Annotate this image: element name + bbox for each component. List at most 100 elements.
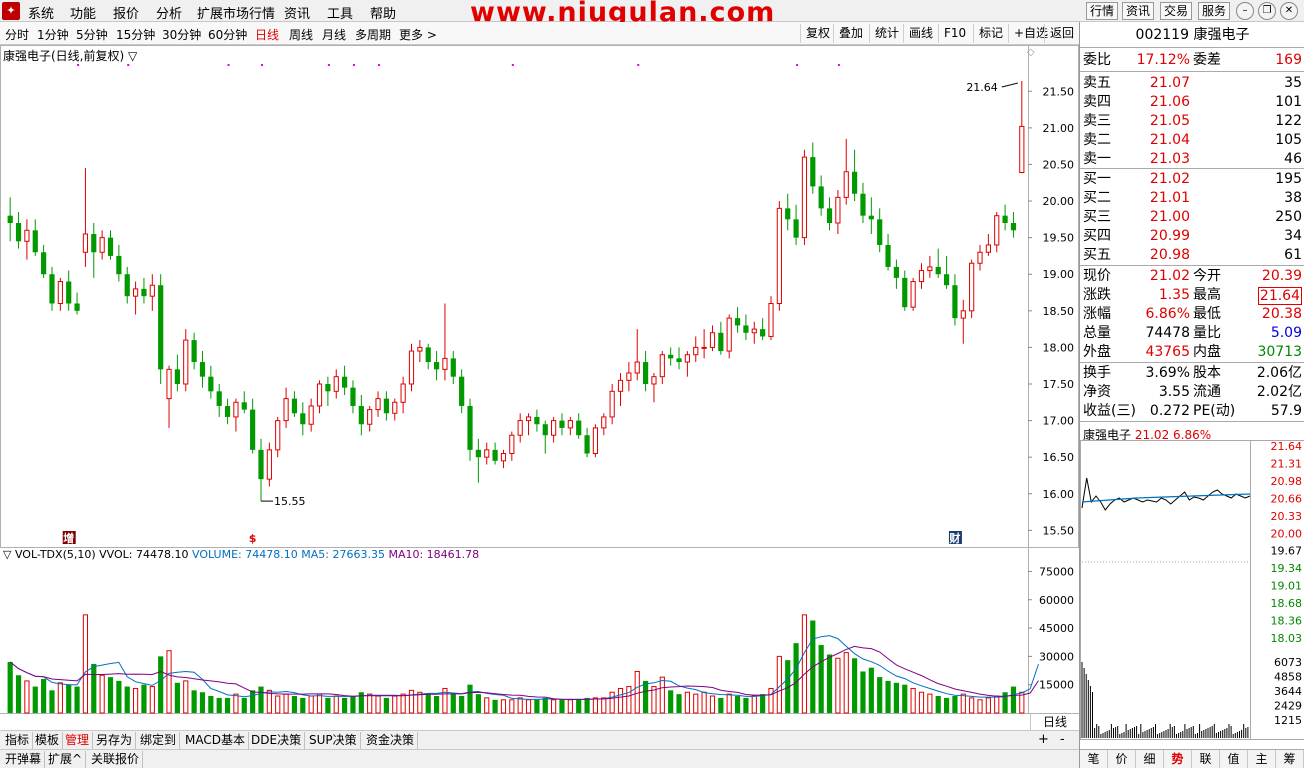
bid-row[interactable]: 买三 21.00 250 xyxy=(1080,208,1304,227)
period-daily[interactable]: 日线 xyxy=(255,26,279,43)
candle-39 xyxy=(333,369,339,399)
menu-tools[interactable]: 工具 xyxy=(327,3,353,22)
candle-23 xyxy=(199,351,206,388)
top-button-trade[interactable]: 交易 xyxy=(1160,2,1192,20)
minimize-icon[interactable]: – xyxy=(1236,2,1254,20)
event-dot-8 xyxy=(637,64,640,66)
tool-stats[interactable]: 统计 xyxy=(869,24,904,43)
bid-row[interactable]: 买二 21.01 38 xyxy=(1080,189,1304,208)
mini-tab-5[interactable]: 值 xyxy=(1220,750,1248,768)
tool-draw[interactable]: 画线 xyxy=(903,24,938,43)
ask-row[interactable]: 卖一 21.03 46 xyxy=(1080,150,1304,169)
tab-fund[interactable]: 资金决策 xyxy=(363,732,419,749)
ask-row[interactable]: 卖三 21.05 122 xyxy=(1080,112,1304,131)
app-logo-icon[interactable]: ✦ xyxy=(2,2,20,20)
candle-84 xyxy=(709,325,716,352)
top-button-quotes[interactable]: 行情 xyxy=(1086,2,1118,20)
stat-value: 20.39 xyxy=(1261,268,1302,284)
top-button-service[interactable]: 服务 xyxy=(1198,2,1230,20)
ask-volume: 105 xyxy=(1275,132,1302,148)
candle-120 xyxy=(1010,212,1017,238)
candle-41 xyxy=(350,380,356,414)
volume-bar-25 xyxy=(216,697,222,713)
menu-analysis[interactable]: 分析 xyxy=(156,3,182,22)
mini-tab-7[interactable]: 筹 xyxy=(1276,750,1304,768)
tool-adjust[interactable]: 复权 xyxy=(800,24,835,43)
volume-bar-101 xyxy=(852,658,858,713)
volume-bar-24 xyxy=(208,696,214,713)
volume-bar-37 xyxy=(316,693,323,714)
intraday-mini-chart[interactable]: 21.64 21.31 20.98 20.66 20.33 20.00 19.67 19.34… xyxy=(1080,440,1304,740)
period-indicator[interactable]: 日线 xyxy=(1030,714,1079,730)
menu-system[interactable]: 系统 xyxy=(28,3,54,22)
period-5min[interactable]: 5分钟 xyxy=(76,26,108,43)
kline-chart-area[interactable]: 15.50 16.00 16.50 17.00 17.50 18.00 18.50 19.00… xyxy=(0,45,1079,714)
restore-icon[interactable]: ❐ xyxy=(1258,2,1276,20)
candle-94 xyxy=(793,204,799,245)
mini-tab-3[interactable]: 势 xyxy=(1164,750,1192,768)
ask-row[interactable]: 卖四 21.06 101 xyxy=(1080,93,1304,112)
expand-toggle[interactable]: 扩展^ xyxy=(45,751,87,768)
bid-row[interactable]: 买一 21.02 195 xyxy=(1080,170,1304,189)
tool-overlay[interactable]: 叠加 xyxy=(833,24,868,43)
tab-dde[interactable]: DDE决策 xyxy=(248,732,306,749)
tab-save-as[interactable]: 另存为 xyxy=(93,732,137,749)
volume-bar-15 xyxy=(132,687,139,714)
menu-quote[interactable]: 报价 xyxy=(113,3,139,22)
tool-mark[interactable]: 标记 xyxy=(973,24,1008,43)
candle-22 xyxy=(191,332,197,370)
price-chart-header[interactable]: 康强电子(日线,前复权) ▽ xyxy=(3,47,137,64)
bid-row[interactable]: 买四 20.99 34 xyxy=(1080,227,1304,246)
tab-macd-basic[interactable]: MACD基本 xyxy=(182,732,249,749)
ask-row[interactable]: 卖五 21.07 35 xyxy=(1080,74,1304,93)
linked-quote[interactable]: 关联报价 xyxy=(88,751,144,768)
period-multi[interactable]: 多周期 xyxy=(355,26,391,43)
menu-news[interactable]: 资讯 xyxy=(284,3,310,22)
ask-row[interactable]: 卖二 21.04 105 xyxy=(1080,131,1304,150)
period-30min[interactable]: 30分钟 xyxy=(162,26,201,43)
candle-60 xyxy=(509,431,515,461)
top-button-news[interactable]: 资讯 xyxy=(1122,2,1154,20)
mini-tab-4[interactable]: 联 xyxy=(1192,750,1220,768)
period-15min[interactable]: 15分钟 xyxy=(116,26,155,43)
vol-indicator-name[interactable]: ▽ VOL-TDX(5,10) xyxy=(3,548,96,561)
period-timeshare[interactable]: 分时 xyxy=(5,26,29,43)
menu-function[interactable]: 功能 xyxy=(70,3,96,22)
mini-tab-0[interactable]: 笔 xyxy=(1080,750,1108,768)
mini-tab-1[interactable]: 价 xyxy=(1108,750,1136,768)
candle-1 xyxy=(15,212,22,249)
volume-bar-109 xyxy=(918,691,925,714)
period-more[interactable]: 更多 > xyxy=(399,26,437,43)
status-bar: 开弹幕 扩展^ 关联报价 xyxy=(0,749,1079,768)
bid-label: 买一 xyxy=(1083,171,1111,187)
danmaku-toggle[interactable]: 开弹幕 xyxy=(2,751,46,768)
mini-volume-tick-3: 2429 xyxy=(1274,700,1302,713)
tab-sup[interactable]: SUP决策 xyxy=(306,732,361,749)
menu-extended-market[interactable]: 扩展市场行情 xyxy=(197,3,275,22)
mini-tab-6[interactable]: 主 xyxy=(1248,750,1276,768)
stat-value: 2.02亿 xyxy=(1256,384,1302,400)
tool-back[interactable]: 返回 xyxy=(1044,24,1079,43)
mini-tab-2[interactable]: 细 xyxy=(1136,750,1164,768)
bid-row[interactable]: 买五 20.98 61 xyxy=(1080,246,1304,265)
period-weekly[interactable]: 周线 xyxy=(289,26,313,43)
zoom-in-icon[interactable]: + xyxy=(1038,732,1049,747)
menu-help[interactable]: 帮助 xyxy=(370,3,396,22)
volume-bar-114 xyxy=(960,693,966,714)
tab-template[interactable]: 模板 xyxy=(32,732,64,749)
zoom-out-icon[interactable]: - xyxy=(1060,732,1065,747)
volume-bar-16 xyxy=(141,684,147,713)
tab-indicator[interactable]: 指标 xyxy=(2,732,34,749)
candle-24 xyxy=(208,365,214,399)
period-60min[interactable]: 60分钟 xyxy=(208,26,247,43)
tab-bind-to[interactable]: 绑定到 xyxy=(137,732,181,749)
period-1min[interactable]: 1分钟 xyxy=(37,26,69,43)
candle-50 xyxy=(425,343,431,370)
tool-f10[interactable]: F10 xyxy=(938,24,971,43)
period-monthly[interactable]: 月线 xyxy=(322,26,346,43)
close-icon[interactable]: ✕ xyxy=(1280,2,1298,20)
stat-value: 57.9 xyxy=(1270,403,1302,419)
stat-value: 74478 xyxy=(1145,325,1190,341)
tab-manage[interactable]: 管理 xyxy=(62,732,94,749)
bid-label: 买三 xyxy=(1083,209,1111,225)
